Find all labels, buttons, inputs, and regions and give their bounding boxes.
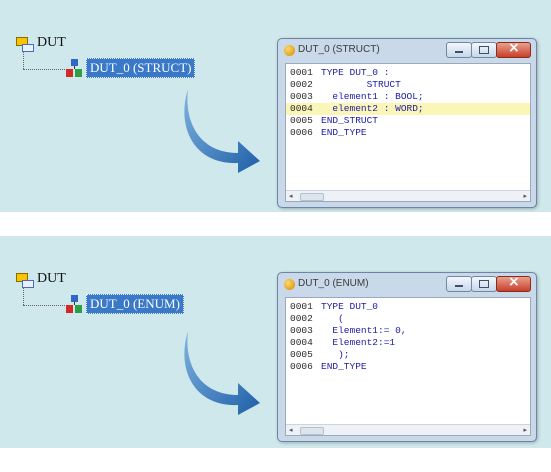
scroll-left-icon[interactable]: ◂ <box>289 426 293 434</box>
window-titlebar[interactable]: DUT_0 (ENUM) <box>278 273 536 297</box>
folder-icon <box>16 271 34 288</box>
scroll-right-icon[interactable]: ▸ <box>523 192 527 200</box>
tree-root-dut[interactable]: DUT <box>16 271 66 288</box>
window-title: DUT_0 (STRUCT) <box>298 44 380 55</box>
close-button[interactable] <box>496 274 531 292</box>
code-line: 0003 element1 : BOOL; <box>286 91 530 103</box>
code-line: 0002 ( <box>286 313 530 325</box>
line-number: 0006 <box>290 361 313 372</box>
code-text: ( <box>321 313 344 324</box>
enum-example-panel: DUT DUT_0 (ENUM) DUT_0 (ENUM) 0001 TYPE D… <box>0 236 551 448</box>
line-number: 0001 <box>290 301 313 312</box>
code-editor[interactable]: 0001 TYPE DUT_0 : 0002 STRUCT 0003 elemen… <box>285 63 531 202</box>
tree-connector <box>23 52 24 69</box>
line-number: 0001 <box>290 67 313 78</box>
tree-root-label: DUT <box>37 35 66 50</box>
window-app-icon <box>284 45 295 56</box>
code-text: Element1:= 0, <box>321 325 407 336</box>
line-number: 0004 <box>290 103 313 114</box>
editor-window-enum: DUT_0 (ENUM) 0001 TYPE DUT_0 0002 ( 0003 … <box>277 272 537 442</box>
dut-icon <box>66 58 83 78</box>
minimize-button[interactable] <box>446 42 472 58</box>
scrollbar-thumb[interactable] <box>300 427 324 435</box>
code-text: TYPE DUT_0 <box>321 301 379 312</box>
horizontal-scrollbar[interactable]: ◂ ▸ <box>286 190 530 201</box>
code-text: END_TYPE <box>321 127 367 138</box>
code-text: TYPE DUT_0 : <box>321 67 390 78</box>
line-number: 0005 <box>290 115 313 126</box>
tree-item-label[interactable]: DUT_0 (STRUCT) <box>86 58 196 78</box>
code-text: ); <box>321 349 350 360</box>
folder-icon <box>16 35 34 52</box>
line-number: 0003 <box>290 91 313 102</box>
horizontal-scrollbar[interactable]: ◂ ▸ <box>286 424 530 435</box>
code-line: 0002 STRUCT <box>286 79 530 91</box>
struct-example-panel: DUT DUT_0 (STRUCT) DUT_0 (STRUCT) 0001 TY… <box>0 0 551 212</box>
tree-connector <box>23 288 24 305</box>
tree-connector <box>23 305 65 306</box>
code-editor[interactable]: 0001 TYPE DUT_0 0002 ( 0003 Element1:= 0,… <box>285 297 531 436</box>
curved-arrow-icon <box>184 331 260 415</box>
tree-item-dut-enum[interactable]: DUT_0 (ENUM) <box>66 294 184 314</box>
tree-item-dut-struct[interactable]: DUT_0 (STRUCT) <box>66 58 196 78</box>
window-app-icon <box>284 279 295 290</box>
line-number: 0002 <box>290 79 313 90</box>
code-line: 0006 END_TYPE <box>286 361 530 373</box>
tree-root-label: DUT <box>37 271 66 286</box>
code-text: Element2:=1 <box>321 337 396 348</box>
line-number: 0005 <box>290 349 313 360</box>
tree-root-dut[interactable]: DUT <box>16 35 66 52</box>
code-line: 0001 TYPE DUT_0 : <box>286 67 530 79</box>
window-titlebar[interactable]: DUT_0 (STRUCT) <box>278 39 536 63</box>
code-line: 0005 END_STRUCT <box>286 115 530 127</box>
line-number: 0003 <box>290 325 313 336</box>
code-text: element2 : WORD; <box>321 103 424 114</box>
code-line: 0004 Element2:=1 <box>286 337 530 349</box>
scrollbar-thumb[interactable] <box>300 193 324 201</box>
curved-arrow-icon <box>184 89 260 173</box>
code-line: 0005 ); <box>286 349 530 361</box>
scroll-left-icon[interactable]: ◂ <box>289 192 293 200</box>
code-line-highlighted: 0004 element2 : WORD; <box>286 103 530 115</box>
code-text: END_STRUCT <box>321 115 379 126</box>
minimize-button[interactable] <box>446 276 472 292</box>
code-line: 0006 END_TYPE <box>286 127 530 139</box>
code-text: END_TYPE <box>321 361 367 372</box>
window-title: DUT_0 (ENUM) <box>298 278 369 289</box>
line-number: 0004 <box>290 337 313 348</box>
tree-item-label[interactable]: DUT_0 (ENUM) <box>86 294 184 314</box>
tree-connector <box>23 69 65 70</box>
line-number: 0002 <box>290 313 313 324</box>
code-line: 0003 Element1:= 0, <box>286 325 530 337</box>
maximize-button[interactable] <box>471 276 497 292</box>
code-text: element1 : BOOL; <box>321 91 424 102</box>
scroll-right-icon[interactable]: ▸ <box>523 426 527 434</box>
close-button[interactable] <box>496 40 531 58</box>
line-number: 0006 <box>290 127 313 138</box>
dut-icon <box>66 294 83 314</box>
maximize-button[interactable] <box>471 42 497 58</box>
editor-window-struct: DUT_0 (STRUCT) 0001 TYPE DUT_0 : 0002 STR… <box>277 38 537 208</box>
code-text: STRUCT <box>321 79 401 90</box>
code-line: 0001 TYPE DUT_0 <box>286 301 530 313</box>
